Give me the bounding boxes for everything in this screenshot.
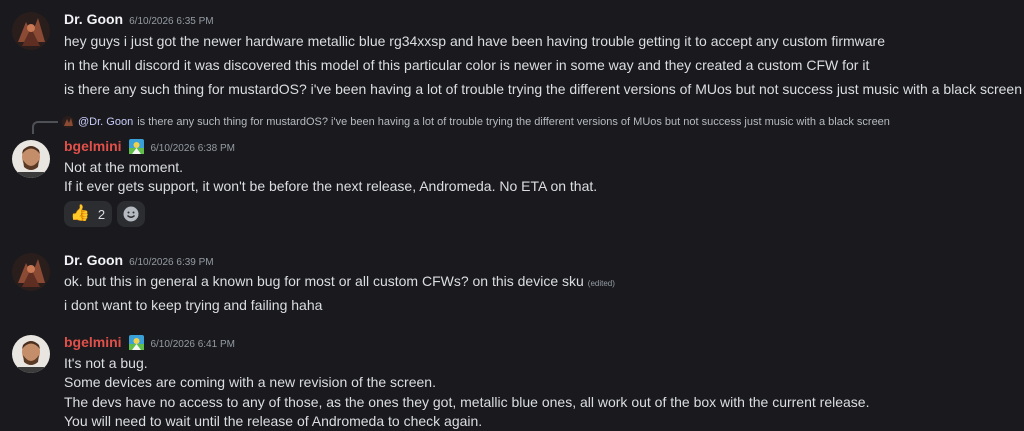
message-line: The devs have no access to any of those,… bbox=[64, 394, 870, 410]
reply-mention[interactable]: @Dr. Goon bbox=[78, 116, 133, 128]
author-name[interactable]: Dr. Goon bbox=[64, 252, 123, 268]
goon-avatar[interactable] bbox=[12, 253, 50, 291]
author-name[interactable]: Dr. Goon bbox=[64, 11, 123, 27]
timestamp: 6/10/2026 6:35 PM bbox=[129, 16, 214, 27]
message-line: is there any such thing for mustardOS? i… bbox=[64, 81, 1023, 97]
bgelmini-avatar[interactable] bbox=[12, 140, 50, 178]
message-line: If it ever gets support, it won't be bef… bbox=[64, 178, 598, 194]
timestamp: 6/10/2026 6:38 PM bbox=[150, 143, 235, 154]
reply-text: is there any such thing for mustardOS? i… bbox=[137, 116, 890, 128]
goon-mini-avatar bbox=[62, 116, 74, 128]
author-name[interactable]: bgelmini bbox=[64, 334, 122, 350]
message-line: You will need to wait until the release … bbox=[64, 413, 483, 429]
message-line: It's not a bug. bbox=[64, 355, 148, 371]
bgelmini-avatar[interactable] bbox=[12, 335, 50, 373]
timestamp: 6/10/2026 6:41 PM bbox=[150, 339, 235, 350]
role-badge-icon[interactable] bbox=[129, 335, 145, 350]
message-line: in the knull discord it was discovered t… bbox=[64, 57, 870, 73]
reply-preview[interactable]: @Dr. Goon is there any such thing for mu… bbox=[62, 116, 890, 128]
message-line: hey guys i just got the newer hardware m… bbox=[64, 33, 886, 49]
message-line: i dont want to keep trying and failing h… bbox=[64, 297, 323, 313]
author-name[interactable]: bgelmini bbox=[64, 138, 122, 154]
message-line: Not at the moment. bbox=[64, 159, 184, 175]
thumbs-up-emoji: 👍 bbox=[70, 205, 90, 222]
timestamp: 6/10/2026 6:39 PM bbox=[129, 257, 214, 268]
reply-connector bbox=[32, 121, 58, 134]
reaction-count: 2 bbox=[97, 206, 106, 222]
message-line: ok. but this in general a known bug for … bbox=[64, 272, 615, 293]
reaction-thumbs-up[interactable]: 👍 2 bbox=[64, 201, 112, 227]
message-line: Some devices are coming with a new revis… bbox=[64, 374, 436, 390]
message-text: ok. but this in general a known bug for … bbox=[64, 273, 584, 289]
goon-avatar[interactable] bbox=[12, 12, 50, 50]
add-reaction-button[interactable] bbox=[117, 201, 145, 227]
role-badge-icon[interactable] bbox=[129, 139, 145, 154]
add-reaction-icon bbox=[123, 206, 139, 222]
edited-label: (edited) bbox=[587, 279, 615, 288]
